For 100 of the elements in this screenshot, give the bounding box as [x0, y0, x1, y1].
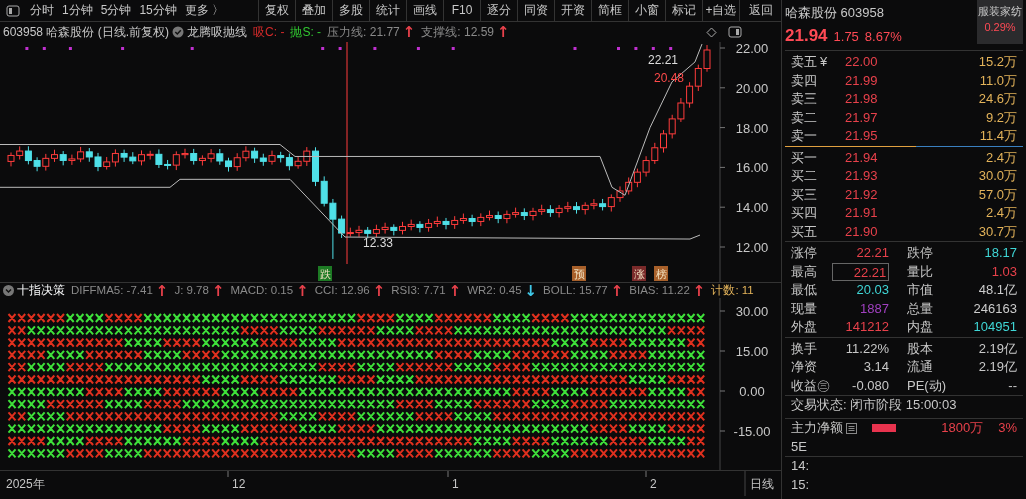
order-price: 22.00	[845, 53, 879, 71]
order-volume: 2.4万	[985, 148, 1017, 167]
order-price: 21.90	[845, 222, 879, 241]
more-button[interactable]: 更多 〉	[180, 0, 229, 21]
order-level-label: 卖四	[791, 71, 817, 90]
order-price: 21.98	[845, 90, 879, 108]
flow-row-text: 14:	[790, 457, 811, 475]
stat-label: PE(动)	[907, 376, 947, 395]
flow-row-text: 15:	[790, 475, 811, 494]
collapse-icon[interactable]	[3, 285, 14, 296]
price-axis-label: 20.00	[735, 80, 769, 96]
stat-value: 11.22%	[844, 339, 889, 358]
order-level-label: 卖五	[791, 53, 817, 71]
panel-icon[interactable]	[6, 4, 20, 17]
toolbar-button[interactable]: F10	[443, 0, 480, 21]
order-volume: 11.0万	[979, 71, 1017, 90]
panel-icon[interactable]	[728, 26, 742, 38]
toolbar-button[interactable]: 同资	[517, 0, 554, 21]
order-volume: 15.2万	[978, 53, 1017, 71]
toolbar-button[interactable]: 标记	[665, 0, 702, 21]
stat-value: 48.1亿	[977, 281, 1017, 299]
stat-label: 总量	[907, 299, 934, 318]
price-axis-label: 16.00	[735, 160, 769, 176]
price-axis-label: 12.00	[735, 240, 769, 255]
stat-label: 跌停	[907, 244, 934, 262]
signal-badge: 榜	[654, 266, 668, 281]
toolbar-button[interactable]: 逐分	[480, 0, 517, 21]
toolbar-button[interactable]: 返回	[739, 0, 781, 21]
trend-arrow: ↑	[692, 283, 706, 298]
stat-label: 市值	[907, 281, 934, 299]
sector-name: 服装家纺	[977, 4, 1023, 19]
low-price-label: 12.33	[362, 236, 393, 250]
order-level-label: 卖三	[791, 90, 817, 108]
last-price-label: 20.48	[653, 71, 684, 85]
order-volume: 24.6万	[978, 90, 1017, 108]
order-price: 21.92	[845, 185, 879, 204]
indicator-axis-label: -15.00	[733, 424, 771, 439]
stat-label: 股本	[907, 339, 934, 358]
price-change-percent: 8.67%	[864, 27, 902, 46]
price-axis-label: 22.00	[735, 42, 769, 56]
toolbar-button[interactable]: 叠加	[295, 0, 332, 21]
order-volume: 9.2万	[985, 108, 1017, 127]
check-circle-icon[interactable]	[172, 26, 185, 38]
order-level-label: 卖一	[791, 127, 817, 145]
indicator-value: CCI: 12.96	[314, 282, 370, 298]
order-volume: 30.7万	[978, 222, 1017, 241]
indicator-axis-label: 0.00	[739, 384, 765, 399]
price-axis-label: 14.00	[735, 200, 769, 216]
stat-value: 1887	[859, 299, 889, 318]
current-price: 21.94	[785, 24, 828, 47]
list-icon[interactable]	[846, 422, 857, 434]
trend-arrow: ↑	[497, 25, 510, 39]
toolbar-button[interactable]: 画线	[406, 0, 443, 21]
date-axis-label: 12	[232, 477, 246, 491]
order-volume: 11.4万	[979, 127, 1017, 145]
period-tab[interactable]: 分时	[26, 0, 58, 21]
order-volume: 57.0万	[978, 185, 1017, 204]
toolbar-button[interactable]: 简框	[591, 0, 628, 21]
trend-arrow: ↑	[372, 283, 386, 298]
indicator-value: 压力线: 21.77	[327, 24, 400, 41]
toolbar-button[interactable]: 开资	[554, 0, 591, 21]
sector-tag[interactable]: 服装家纺 0.29%	[977, 0, 1023, 44]
stat-value: 246163	[972, 299, 1017, 318]
sector-change: 0.29%	[983, 20, 1017, 35]
toolbar-button[interactable]: 统计	[369, 0, 406, 21]
stat-label: 净资	[791, 358, 818, 376]
trend-arrow: ↑	[155, 283, 169, 298]
flow-amount: 1800万	[941, 419, 984, 437]
stat-label: 内盘	[907, 318, 934, 336]
indicator-axis-label: 15.00	[735, 344, 769, 359]
flow-bar	[872, 424, 896, 433]
period-tab[interactable]: 5分钟	[96, 0, 136, 21]
toolbar-button[interactable]: 多股	[332, 0, 369, 21]
stat-label: 现量	[791, 299, 818, 318]
indicator-value: BOLL: 15.77	[543, 282, 608, 298]
flow-percent: 3%	[998, 419, 1017, 437]
stat-value: 141212	[844, 318, 889, 336]
stat-value: 22.21	[855, 244, 889, 262]
signal-badge: 预	[572, 266, 586, 281]
indicator-value: 抛S: -	[290, 24, 322, 41]
order-price: 21.93	[845, 167, 879, 185]
stat-label: 流通	[907, 358, 934, 376]
period-label[interactable]: 日线	[750, 477, 774, 491]
high-price-label: 22.21	[647, 53, 678, 67]
order-price: 21.97	[845, 108, 879, 127]
diamond-icon[interactable]	[706, 26, 717, 38]
period-tab[interactable]: 15分钟	[135, 0, 181, 21]
stat-value: 20.03	[855, 281, 889, 299]
indicator-value: WR2: 0.45	[467, 282, 522, 298]
stat-label: 量比	[907, 262, 935, 281]
indicator-value: 吸C: -	[253, 24, 285, 41]
indicator-value: J: 9.78	[174, 282, 209, 298]
stat-value: 2.19亿	[977, 358, 1017, 376]
toolbar-button[interactable]: +自选	[702, 0, 739, 21]
toolbar-button[interactable]: 小窗	[628, 0, 665, 21]
trade-status: 交易状态: 闭市阶段 15:00:03	[790, 396, 958, 414]
period-tab[interactable]: 1分钟	[58, 0, 97, 21]
indicator-axis-label: 30.00	[735, 304, 769, 319]
trend-arrow: ↑	[448, 283, 462, 298]
toolbar-button[interactable]: 复权	[258, 0, 295, 21]
